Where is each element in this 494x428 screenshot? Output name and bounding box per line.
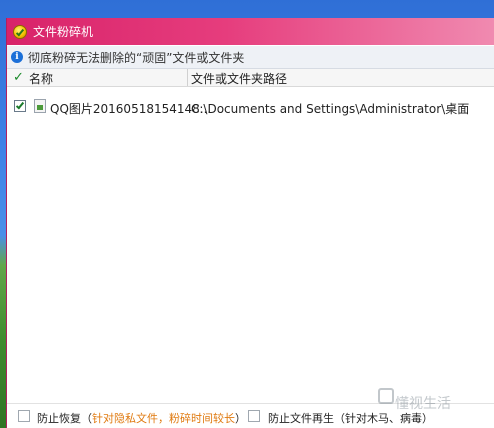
column-divider[interactable] (187, 69, 188, 86)
prevent-regen-label: 防止文件再生 (268, 412, 334, 425)
prevent-recover-checkbox[interactable] (18, 410, 30, 422)
desktop-background: 文件粉碎机 i 彻底粉碎无法删除的“顽固”文件或文件夹 ✓ 名称 文件或文件夹路… (0, 0, 494, 428)
prevent-regen-checkbox[interactable] (248, 410, 260, 422)
paren-open: （ (81, 412, 92, 425)
info-bar: i 彻底粉碎无法删除的“顽固”文件或文件夹 (7, 46, 494, 69)
window-title: 文件粉碎机 (33, 25, 94, 39)
table-header: ✓ 名称 文件或文件夹路径 (7, 69, 494, 87)
prevent-regen-note: 针对木马、病毒 (345, 412, 422, 425)
column-header-name[interactable]: 名称 (29, 70, 53, 87)
prevent-recover-option[interactable]: 防止恢复（针对隐私文件，粉碎时间较长） (37, 410, 246, 426)
paren-open-2: （ (334, 412, 345, 425)
paren-close-2: ） (422, 412, 433, 425)
info-icon: i (11, 51, 23, 63)
image-file-icon (34, 99, 46, 113)
title-bar[interactable]: 文件粉碎机 (7, 18, 494, 45)
paren-close: ） (235, 412, 246, 425)
prevent-recover-label: 防止恢复 (37, 412, 81, 425)
column-header-path[interactable]: 文件或文件夹路径 (191, 70, 287, 87)
file-name: QQ图片20160518154148... (50, 102, 212, 116)
file-shredder-window: 文件粉碎机 i 彻底粉碎无法删除的“顽固”文件或文件夹 ✓ 名称 文件或文件夹路… (6, 18, 494, 428)
select-all-check-icon[interactable]: ✓ (13, 71, 25, 84)
row-checkbox[interactable] (14, 100, 26, 112)
watermark-text: 懂视生活 (395, 396, 451, 412)
table-row[interactable]: QQ图片20160518154148... C:\Documents and S… (7, 98, 494, 116)
info-text: 彻底粉碎无法删除的“顽固”文件或文件夹 (28, 50, 245, 65)
prevent-recover-note: 针对隐私文件，粉碎时间较长 (92, 412, 235, 425)
app-logo-icon (13, 24, 27, 39)
file-path: C:\Documents and Settings\Administrator\… (191, 102, 470, 116)
watermark-logo-icon (378, 388, 394, 404)
